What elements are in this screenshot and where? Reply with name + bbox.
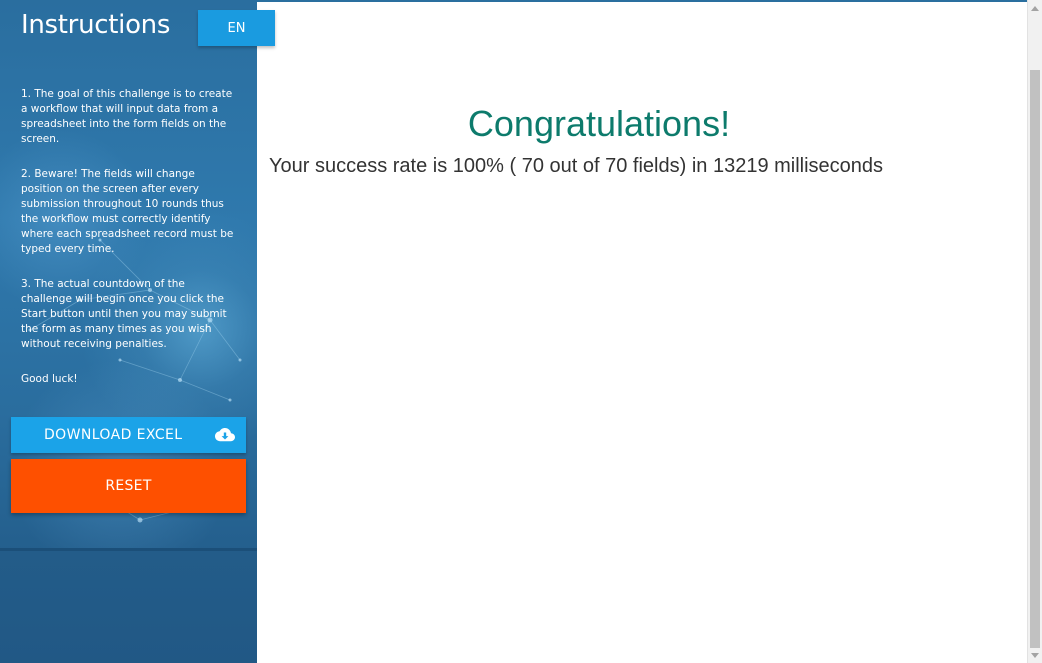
congratulations-heading: Congratulations! (467, 103, 731, 144)
download-excel-button[interactable]: DOWNLOAD EXCEL (11, 417, 246, 453)
sidebar-title: Instructions (21, 10, 171, 40)
instruction-item: Good luck! (21, 373, 78, 385)
instruction-item: 3. The actual countdown of the challenge… (21, 278, 227, 350)
scrollbar-thumb[interactable] (1030, 70, 1040, 648)
instructions-text: 1. The goal of this challenge is to crea… (21, 87, 239, 407)
instruction-item: 1. The goal of this challenge is to crea… (21, 88, 233, 145)
cloud-download-icon (215, 428, 235, 442)
scroll-down-arrow-icon[interactable] (1028, 647, 1042, 663)
page: Instructions 1. The goal of this challen… (0, 0, 1042, 663)
vertical-scrollbar[interactable] (1027, 0, 1042, 663)
reset-button[interactable]: RESET (11, 459, 246, 513)
language-button[interactable]: EN (198, 10, 275, 46)
download-excel-label: DOWNLOAD EXCEL (44, 427, 183, 443)
sidebar: Instructions 1. The goal of this challen… (0, 0, 257, 663)
result-message: Your success rate is 100% ( 70 out of 70… (269, 155, 884, 177)
scroll-up-arrow-icon[interactable] (1028, 0, 1042, 16)
instruction-item: 2. Beware! The fields will change positi… (21, 168, 234, 255)
sidebar-footer-area (0, 548, 257, 663)
top-border (257, 0, 1027, 2)
